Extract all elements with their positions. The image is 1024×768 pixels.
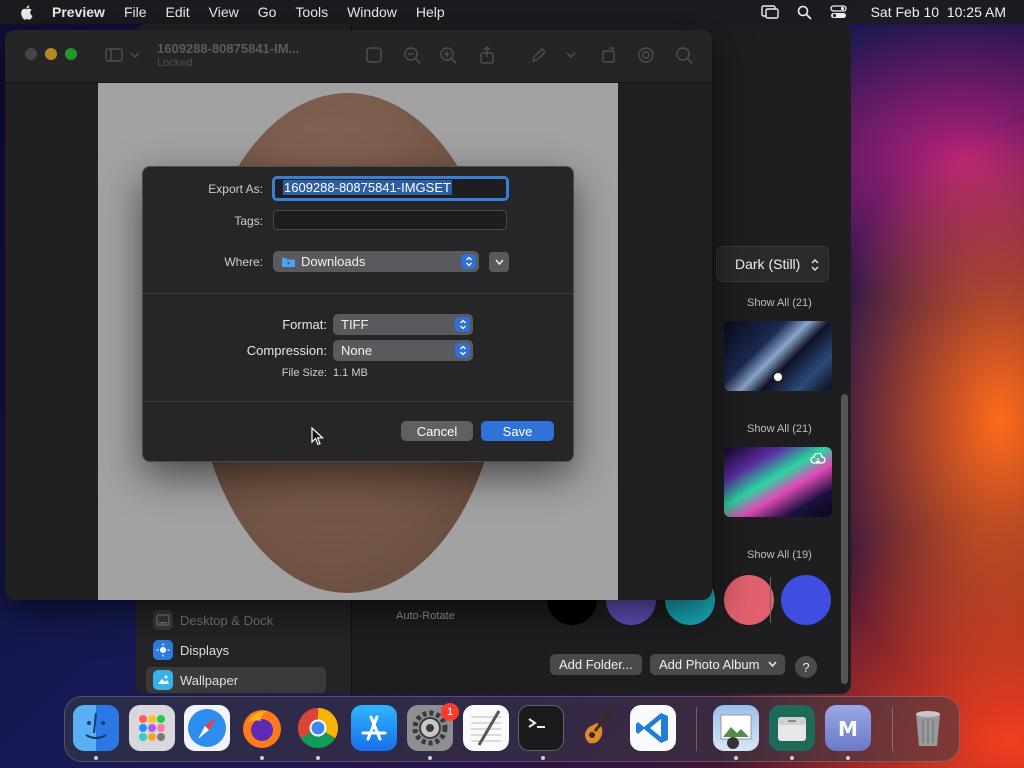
updown-chevron-icon	[455, 343, 470, 358]
settings-scrollbar[interactable]	[841, 394, 848, 684]
export-dialog: Export As: 1609288-80875841-IMGSET Tags:…	[142, 166, 574, 462]
updown-chevron-icon	[811, 258, 819, 272]
cloud-download-icon	[810, 453, 826, 464]
export-as-field[interactable]: 1609288-80875841-IMGSET	[272, 176, 509, 201]
terminal-icon[interactable]	[518, 705, 564, 751]
add-photo-album-button[interactable]: Add Photo Album	[650, 654, 786, 675]
apple-menu-icon[interactable]	[19, 4, 35, 20]
dock-separator	[892, 707, 893, 751]
show-all-link[interactable]: Show All (19)	[747, 549, 812, 561]
app-store-icon[interactable]	[351, 705, 397, 751]
show-all-link[interactable]: Show All (21)	[747, 297, 812, 309]
updown-chevron-icon	[461, 254, 476, 269]
menu-edit[interactable]: Edit	[166, 4, 190, 20]
menu-go[interactable]: Go	[258, 4, 277, 20]
safari-icon[interactable]	[184, 705, 230, 751]
menu-tools[interactable]: Tools	[295, 4, 328, 20]
preview-icon[interactable]	[713, 705, 759, 751]
tags-label: Tags:	[234, 214, 263, 228]
running-indicator	[734, 756, 738, 760]
expand-location-button[interactable]	[489, 252, 509, 272]
vscode-icon[interactable]	[630, 705, 676, 751]
compression-value: None	[341, 343, 373, 358]
spotlight-search-icon[interactable]	[797, 5, 812, 20]
mail-merge-icon[interactable]: M	[825, 705, 871, 751]
running-indicator	[316, 756, 320, 760]
screen-mirroring-icon[interactable]	[760, 5, 779, 19]
trash-icon[interactable]	[905, 705, 951, 751]
menu-bar: Preview File Edit View Go Tools Window H…	[0, 0, 1024, 24]
format-label: Format:	[282, 317, 327, 332]
tags-field[interactable]	[273, 210, 507, 230]
updown-chevron-icon	[455, 317, 470, 332]
sidebar-item-wallpaper[interactable]: Wallpaper	[146, 667, 326, 693]
auto-rotate-label: Auto-Rotate	[396, 610, 455, 622]
displays-icon	[153, 640, 173, 660]
garageband-icon[interactable]	[575, 705, 621, 751]
export-as-label: Export As:	[208, 182, 263, 196]
file-size-value: 1.1 MB	[333, 367, 368, 379]
menu-help[interactable]: Help	[416, 4, 445, 20]
wallpaper-style-select[interactable]: Dark (Still)	[716, 246, 829, 282]
mouse-cursor-icon	[311, 427, 325, 446]
color-swatch-pink[interactable]	[724, 575, 774, 625]
svg-text:M: M	[838, 717, 858, 741]
where-value: Downloads	[301, 254, 366, 269]
add-folder-button[interactable]: Add Folder...	[550, 654, 642, 675]
menu-app-name[interactable]: Preview	[52, 4, 105, 20]
compression-popup[interactable]: None	[333, 340, 473, 361]
firefox-icon[interactable]	[239, 705, 285, 751]
format-popup[interactable]: TIFF	[333, 314, 473, 335]
running-indicator	[846, 756, 850, 760]
dock: 1 M	[64, 696, 960, 762]
menu-file[interactable]: File	[124, 4, 147, 20]
running-indicator	[790, 756, 794, 760]
menu-view[interactable]: View	[209, 4, 239, 20]
add-photo-album-label: Add Photo Album	[659, 657, 760, 672]
menu-window[interactable]: Window	[347, 4, 397, 20]
where-popup[interactable]: Downloads	[273, 251, 479, 272]
wallpaper-icon	[153, 670, 173, 690]
swatch-divider	[770, 577, 771, 623]
show-all-link[interactable]: Show All (21)	[747, 423, 812, 435]
sidebar-item-label: Wallpaper	[180, 672, 239, 688]
format-value: TIFF	[341, 317, 369, 332]
cancel-button[interactable]: Cancel	[401, 421, 473, 441]
running-indicator	[428, 756, 432, 760]
control-center-icon[interactable]	[829, 5, 847, 19]
notification-badge: 1	[441, 703, 459, 721]
menu-clock[interactable]: Sat Feb 10 10:25 AM	[871, 4, 1006, 20]
sidebar-item-label: Displays	[180, 642, 230, 658]
export-as-value: 1609288-80875841-IMGSET	[283, 180, 452, 195]
running-indicator	[541, 756, 545, 760]
folder-icon	[282, 257, 295, 267]
dock-separator	[696, 707, 697, 751]
wallpaper-thumbnail[interactable]	[724, 321, 832, 391]
dynamic-wallpaper-icon	[772, 371, 784, 383]
wallpaper-thumbnail[interactable]	[724, 447, 832, 517]
chevron-down-icon	[768, 661, 778, 668]
finder-icon[interactable]	[73, 705, 119, 751]
chrome-icon[interactable]	[295, 705, 341, 751]
textedit-icon[interactable]	[463, 705, 509, 751]
sidebar-item-label: Desktop & Dock	[180, 612, 274, 628]
file-size-label: File Size:	[281, 367, 327, 379]
chevron-down-icon	[494, 259, 504, 265]
color-swatch-blue[interactable]	[781, 575, 831, 625]
running-indicator	[94, 756, 98, 760]
launchpad-icon[interactable]	[129, 705, 175, 751]
save-button[interactable]: Save	[481, 421, 554, 441]
help-button[interactable]: ?	[795, 656, 817, 678]
where-label: Where:	[224, 255, 263, 269]
compression-label: Compression:	[246, 343, 327, 358]
desktop-dock-icon	[153, 610, 173, 630]
style-select-value: Dark (Still)	[735, 256, 801, 272]
archive-utility-icon[interactable]	[769, 705, 815, 751]
section-divider	[143, 293, 573, 294]
sidebar-item-desktop-dock[interactable]: Desktop & Dock	[146, 607, 326, 633]
section-divider	[143, 401, 573, 402]
sidebar-item-displays[interactable]: Displays	[146, 637, 326, 663]
running-indicator	[260, 756, 264, 760]
